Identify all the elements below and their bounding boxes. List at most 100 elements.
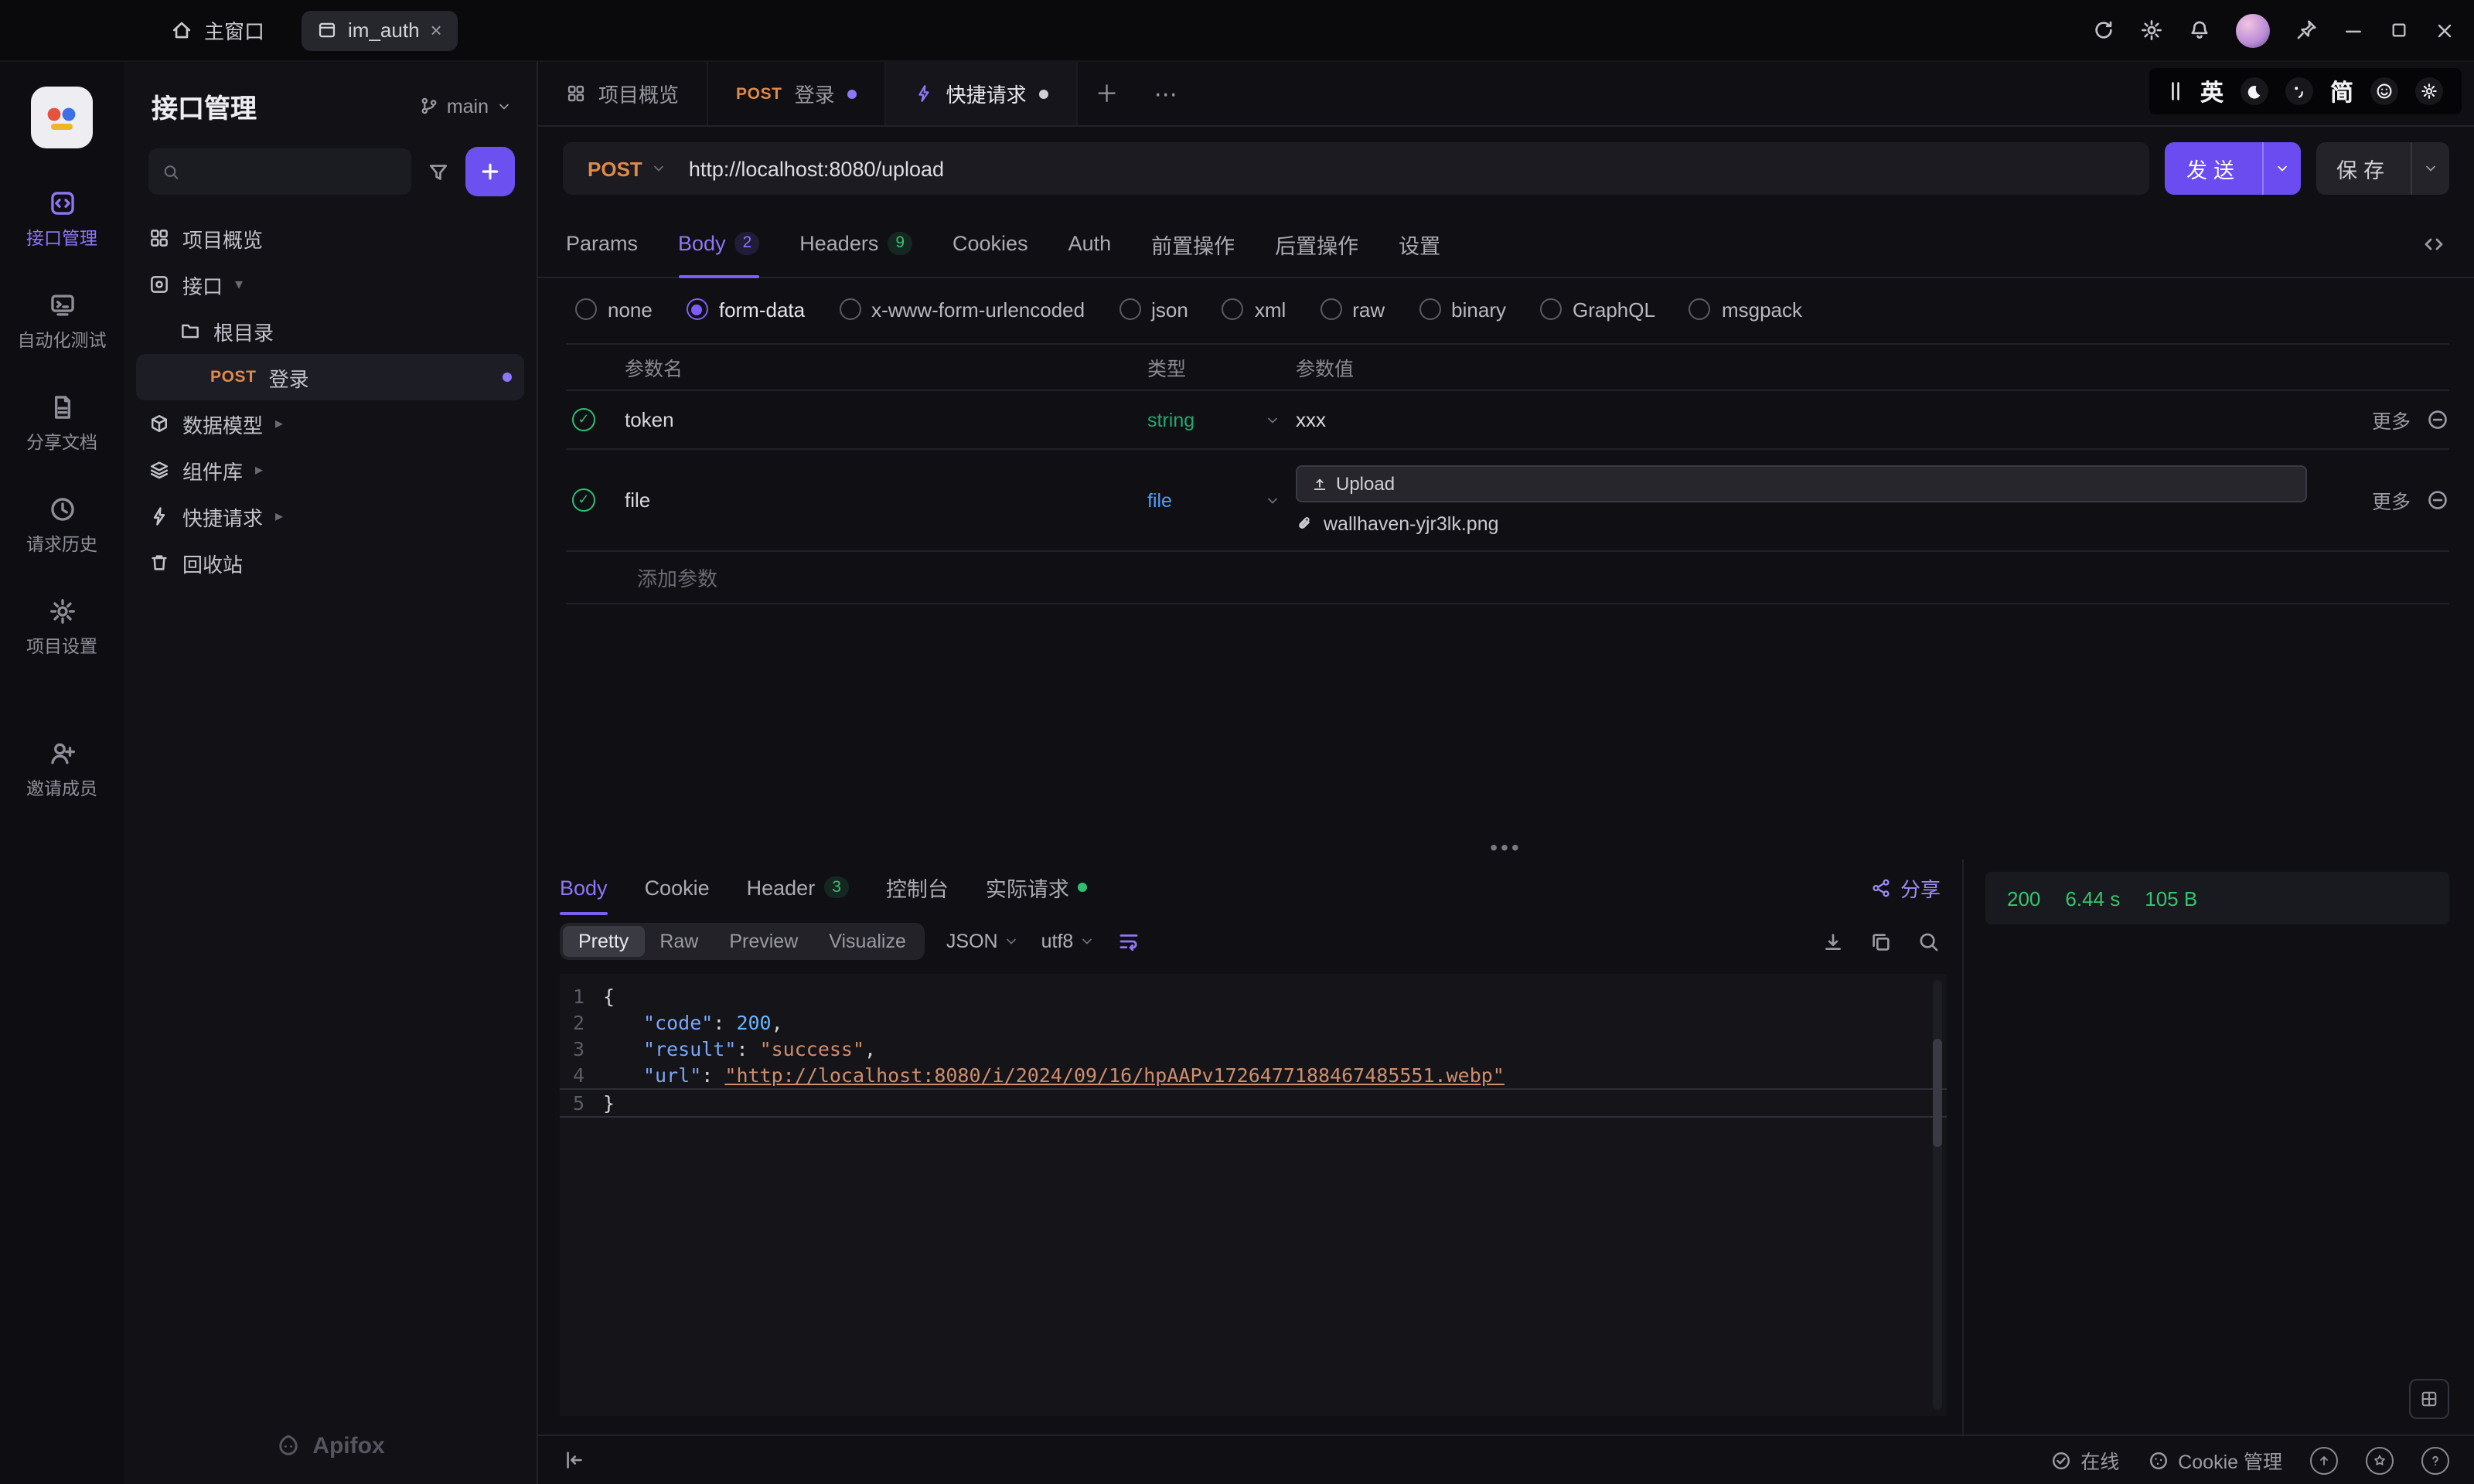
close-tab-icon[interactable]: × bbox=[431, 20, 442, 40]
more-tabs-button[interactable]: ⋯ bbox=[1136, 62, 1195, 125]
ime-emoji-icon[interactable] bbox=[2370, 77, 2398, 105]
filter-button[interactable] bbox=[424, 157, 453, 186]
tree-item-data-models[interactable]: 数据模型 ▸ bbox=[136, 400, 524, 447]
download-icon[interactable] bbox=[1821, 930, 1845, 953]
sidebar-item-request-history[interactable]: 请求历史 bbox=[26, 495, 97, 556]
body-type-binary[interactable]: binary bbox=[1419, 298, 1506, 321]
more-link[interactable]: 更多 bbox=[2372, 405, 2411, 434]
send-dropdown[interactable] bbox=[2262, 142, 2301, 195]
sidebar-item-automated-testing[interactable]: 自动化测试 bbox=[18, 291, 107, 352]
copy-icon[interactable] bbox=[1869, 930, 1893, 953]
tree-item-project-overview[interactable]: 项目概览 bbox=[136, 215, 524, 261]
response-tab-cookie[interactable]: Cookie bbox=[645, 859, 710, 915]
new-tab-button[interactable]: ＋ bbox=[1078, 62, 1136, 125]
tree-item-quick-request[interactable]: 快捷请求 ▸ bbox=[136, 493, 524, 539]
format-pretty[interactable]: Pretty bbox=[563, 926, 645, 957]
notifications-bell-icon[interactable] bbox=[2188, 19, 2211, 42]
sidebar-item-api-management[interactable]: 接口管理 bbox=[26, 189, 97, 250]
response-tab-console[interactable]: 控制台 bbox=[886, 859, 949, 915]
pin-icon[interactable] bbox=[2295, 19, 2318, 42]
online-status[interactable]: 在线 bbox=[2050, 1445, 2119, 1475]
ime-language-toggle[interactable]: 英 bbox=[2200, 75, 2224, 107]
add-button[interactable] bbox=[465, 147, 515, 196]
expander-caret-icon[interactable]: ▸ bbox=[275, 508, 283, 525]
tab-post-operations[interactable]: 后置操作 bbox=[1275, 210, 1358, 277]
updates-button[interactable] bbox=[2310, 1446, 2338, 1474]
sidebar-item-project-settings[interactable]: 项目设置 bbox=[26, 597, 97, 659]
code-view-icon[interactable] bbox=[2421, 231, 2446, 256]
tree-item-root-directory[interactable]: 根目录 bbox=[136, 308, 524, 354]
format-raw[interactable]: Raw bbox=[644, 926, 714, 957]
editor-scrollbar-thumb[interactable] bbox=[1933, 1039, 1942, 1147]
word-wrap-icon[interactable] bbox=[1116, 929, 1141, 954]
ime-grip-icon[interactable] bbox=[2168, 80, 2183, 102]
upload-button[interactable]: Upload bbox=[1296, 465, 2307, 502]
window-tab-im-auth[interactable]: im_auth × bbox=[302, 10, 458, 50]
body-type-msgpack[interactable]: msgpack bbox=[1689, 298, 1802, 321]
doc-tab-login[interactable]: POST 登录 bbox=[708, 62, 886, 125]
save-dropdown[interactable] bbox=[2411, 142, 2449, 195]
param-name[interactable]: file bbox=[625, 488, 1147, 512]
close-window-icon[interactable] bbox=[2434, 19, 2455, 41]
layout-grid-button[interactable] bbox=[2409, 1379, 2449, 1419]
search-input[interactable] bbox=[148, 148, 411, 195]
tree-item-recycle-bin[interactable]: 回收站 bbox=[136, 539, 524, 586]
user-avatar[interactable] bbox=[2236, 13, 2270, 47]
collapse-sidebar-icon[interactable] bbox=[563, 1448, 586, 1472]
share-button[interactable]: 分享 bbox=[1871, 873, 1941, 902]
settings-gear-icon[interactable] bbox=[2140, 19, 2163, 42]
ime-settings-gear-icon[interactable] bbox=[2415, 77, 2443, 105]
tab-headers[interactable]: Headers 9 bbox=[799, 210, 913, 277]
send-button[interactable]: 发送 bbox=[2165, 142, 2301, 195]
maximize-icon[interactable] bbox=[2389, 20, 2409, 40]
cookie-manager[interactable]: Cookie 管理 bbox=[2147, 1445, 2282, 1475]
remove-row-icon[interactable] bbox=[2426, 488, 2449, 512]
json-url-value[interactable]: "http://localhost:8080/i/2024/09/16/hpAA… bbox=[724, 1064, 1504, 1087]
ime-simplified-toggle[interactable]: 简 bbox=[2330, 75, 2353, 107]
pane-resizer-handle[interactable]: ••• bbox=[538, 835, 2474, 859]
project-logo[interactable] bbox=[31, 87, 93, 148]
search-in-body-icon[interactable] bbox=[1917, 930, 1941, 953]
response-tab-header[interactable]: Header 3 bbox=[747, 859, 849, 915]
expander-caret-icon[interactable]: ▸ bbox=[255, 461, 263, 478]
more-link[interactable]: 更多 bbox=[2372, 485, 2411, 515]
tree-item-login-api[interactable]: POST 登录 bbox=[136, 354, 524, 400]
param-type-select[interactable]: string bbox=[1147, 409, 1296, 431]
doc-tab-quick-request[interactable]: 快捷请求 bbox=[885, 62, 1078, 125]
format-visualize[interactable]: Visualize bbox=[813, 926, 922, 957]
response-body-editor[interactable]: 1{ 2 "code": 200, 3 "result": "success", 4… bbox=[560, 974, 1947, 1416]
body-type-none[interactable]: none bbox=[575, 298, 653, 321]
tab-auth[interactable]: Auth bbox=[1068, 210, 1112, 277]
param-enabled-checkbox[interactable]: ✓ bbox=[572, 488, 595, 512]
method-select[interactable]: POST bbox=[563, 157, 686, 180]
tab-body[interactable]: Body 2 bbox=[678, 210, 760, 278]
body-type-raw[interactable]: raw bbox=[1320, 298, 1385, 321]
encoding-select[interactable]: utf8 bbox=[1041, 931, 1096, 952]
search-field[interactable] bbox=[189, 159, 397, 184]
ime-dark-mode-icon[interactable] bbox=[2240, 77, 2268, 105]
expander-caret-icon[interactable]: ▸ bbox=[275, 415, 283, 432]
response-tab-actual-request[interactable]: 实际请求 bbox=[986, 859, 1088, 915]
home-window-button[interactable]: 主窗口 bbox=[155, 15, 280, 45]
refresh-icon[interactable] bbox=[2092, 19, 2115, 42]
tab-cookies[interactable]: Cookies bbox=[952, 210, 1028, 277]
tab-pre-operations[interactable]: 前置操作 bbox=[1151, 210, 1235, 277]
body-type-x-www-form-urlencoded[interactable]: x-www-form-urlencoded bbox=[839, 298, 1085, 321]
ime-punctuation-icon[interactable] bbox=[2285, 77, 2313, 105]
tab-params[interactable]: Params bbox=[566, 210, 638, 277]
param-value[interactable]: xxx bbox=[1296, 408, 2307, 431]
add-param-row[interactable]: 添加参数 bbox=[566, 552, 2449, 604]
attached-file[interactable]: wallhaven-yjr3lk.png bbox=[1296, 513, 2307, 535]
rewards-button[interactable] bbox=[2366, 1446, 2394, 1474]
url-input[interactable] bbox=[685, 155, 2149, 182]
param-enabled-checkbox[interactable]: ✓ bbox=[572, 408, 595, 431]
branch-selector[interactable]: main bbox=[419, 95, 512, 117]
language-select[interactable]: JSON bbox=[946, 931, 1020, 952]
sidebar-item-invite-members[interactable]: 邀请成员 bbox=[26, 739, 97, 801]
param-type-select[interactable]: file bbox=[1147, 489, 1296, 511]
minimize-icon[interactable] bbox=[2343, 19, 2364, 41]
expander-caret-down-icon[interactable]: ▾ bbox=[235, 276, 243, 293]
sidebar-item-share-docs[interactable]: 分享文档 bbox=[26, 393, 97, 454]
body-type-json[interactable]: json bbox=[1119, 298, 1188, 321]
tree-item-apis[interactable]: 接口 ▾ bbox=[136, 261, 524, 308]
